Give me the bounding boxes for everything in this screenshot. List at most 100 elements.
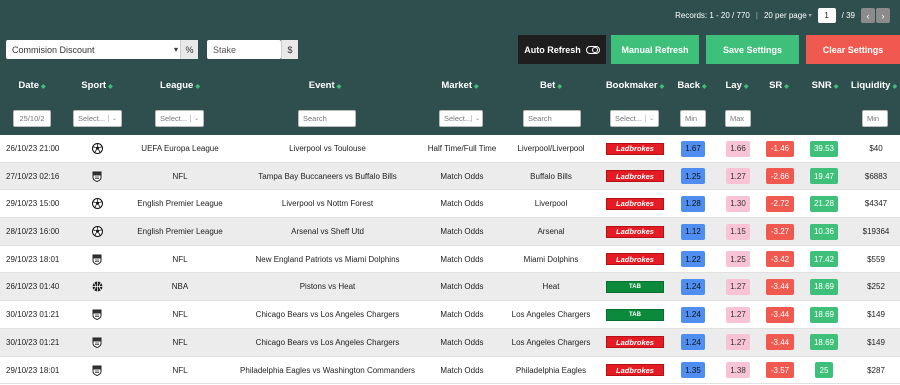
snr-value: 10.36 <box>810 223 838 240</box>
table-row[interactable]: 28/10/23 16:00 English Premier League Arse… <box>0 218 900 246</box>
back-min-input[interactable]: Min <box>680 110 706 127</box>
event-cell[interactable]: Liverpool vs Nottm Forest <box>235 190 420 217</box>
nfl-icon <box>92 254 103 265</box>
col-snr[interactable]: SNR ◆ <box>808 80 842 91</box>
event-cell[interactable]: Liverpool vs Toulouse <box>235 135 420 162</box>
col-bet[interactable]: Bet ◆ <box>516 80 586 91</box>
col-sport[interactable]: Sport ◆ <box>70 80 124 91</box>
back-cell: 1.67 <box>680 135 706 162</box>
ladbrokes-logo[interactable]: Ladbrokes <box>606 336 664 349</box>
lay-odds: 1.27 <box>726 278 750 295</box>
prev-page-button[interactable]: ‹ <box>861 8 875 23</box>
date-cell: 28/10/23 16:00 <box>6 227 60 237</box>
snr-cell: 17.42 <box>808 246 840 273</box>
bookmaker-cell[interactable]: Ladbrokes <box>604 135 666 162</box>
table-row[interactable]: 26/10/23 21:00 UEFA Europa League Liverpoo… <box>0 135 900 163</box>
col-date[interactable]: Date ◆ <box>10 80 54 91</box>
market-filter[interactable]: Select... ⌄ <box>439 110 483 127</box>
col-league[interactable]: League ◆ <box>145 80 215 91</box>
bookmaker-cell[interactable]: Ladbrokes <box>604 163 666 190</box>
event-cell[interactable]: Philadelphia Eagles vs Washington Comman… <box>235 357 420 384</box>
lay-odds: 1.27 <box>726 168 750 185</box>
ladbrokes-logo[interactable]: Ladbrokes <box>606 364 664 376</box>
nba-icon <box>92 281 103 292</box>
bet-search-input[interactable]: Search <box>523 110 581 127</box>
table-row[interactable]: 29/10/23 15:00 English Premier League Live… <box>0 190 900 219</box>
bookmaker-cell[interactable]: TAB <box>604 301 666 328</box>
snr-value: 17.42 <box>810 251 838 268</box>
col-liquidity[interactable]: Liquidity ◆ <box>850 80 898 91</box>
ladbrokes-logo[interactable]: Ladbrokes <box>606 197 664 210</box>
table-row[interactable]: 29/10/23 18:01 NFL Philadelphia Eagles vs … <box>0 357 900 385</box>
sort-icon: ◆ <box>474 84 479 90</box>
event-cell[interactable]: Arsenal vs Sheff Utd <box>235 218 420 245</box>
col-sr[interactable]: SR ◆ <box>764 80 794 91</box>
table-row[interactable]: 26/10/23 01:40 NBA Pistons vs Heat Match Od… <box>0 273 900 302</box>
manual-refresh-button[interactable]: Manual Refresh <box>611 35 699 64</box>
stake-input[interactable]: Stake <box>207 40 281 59</box>
liquidity-cell: $559 <box>867 254 885 264</box>
bet-cell: Liverpool <box>534 199 568 209</box>
event-cell[interactable]: New England Patriots vs Miami Dolphins <box>235 246 420 273</box>
col-back-label: Back <box>677 80 701 91</box>
sport-filter[interactable]: Select... ⌄ <box>73 110 122 127</box>
nfl-icon <box>92 171 103 182</box>
page-input[interactable]: 1 <box>817 8 836 23</box>
col-snr-label: SNR <box>811 80 832 91</box>
tab-logo[interactable]: TAB <box>606 280 664 293</box>
sort-icon: ◆ <box>195 84 200 90</box>
lay-cell: 1.27 <box>725 163 751 190</box>
next-page-button[interactable]: › <box>876 8 890 23</box>
league-filter[interactable]: Select... ⌄ <box>155 110 204 127</box>
event-cell[interactable]: Chicago Bears vs Los Angeles Chargers <box>235 301 420 328</box>
lay-cell: 1.27 <box>725 329 751 356</box>
event-cell[interactable]: Chicago Bears vs Los Angeles Chargers <box>235 329 420 356</box>
bookmaker-cell[interactable]: TAB <box>604 273 666 300</box>
sr-cell: -3.57 <box>765 357 795 384</box>
save-settings-button[interactable]: Save Settings <box>706 35 799 64</box>
bookmaker-cell[interactable]: Ladbrokes <box>604 357 666 384</box>
liquidity-cell: $40 <box>869 144 883 153</box>
col-bookmaker[interactable]: Bookmaker ◆ <box>601 80 669 91</box>
date-cell: 29/10/23 18:01 <box>6 365 60 375</box>
tab-logo[interactable]: TAB <box>606 308 664 321</box>
event-search-input[interactable]: Search <box>298 110 356 127</box>
event-cell[interactable]: Tampa Bay Buccaneers vs Buffalo Bills <box>235 163 420 190</box>
bookmaker-cell[interactable]: Ladbrokes <box>604 218 666 245</box>
ladbrokes-logo[interactable]: Ladbrokes <box>606 170 664 183</box>
col-market[interactable]: Market ◆ <box>425 80 495 91</box>
table-row[interactable]: 29/10/23 18:01 NFL New England Patriots vs… <box>0 246 900 274</box>
col-event[interactable]: Event ◆ <box>290 80 360 91</box>
event-cell[interactable]: Pistons vs Heat <box>235 273 420 300</box>
toggle-icon[interactable] <box>585 45 600 54</box>
sr-value: -3.44 <box>766 334 794 351</box>
col-lay[interactable]: Lay ◆ <box>719 80 755 91</box>
table-row[interactable]: 30/10/23 01:21 NFL Chicago Bears vs Los An… <box>0 328 900 357</box>
liquidity-min-input[interactable]: Min <box>862 110 888 127</box>
bookmaker-cell[interactable]: Ladbrokes <box>604 190 666 217</box>
lay-odds: 1.25 <box>726 251 750 268</box>
lay-max-input[interactable]: Max <box>725 110 751 127</box>
bookmaker-filter[interactable]: Select... ⌄ <box>610 110 659 127</box>
table-row[interactable]: 27/10/23 02:16 NFL Tampa Bay Buccaneers vs… <box>0 162 900 191</box>
per-page-select[interactable]: 20 per page ▾ <box>764 11 812 20</box>
ladbrokes-logo[interactable]: Ladbrokes <box>606 142 664 155</box>
bet-cell: Los Angeles Chargers <box>511 310 591 320</box>
bookmaker-cell[interactable]: Ladbrokes <box>604 246 666 273</box>
col-back[interactable]: Back ◆ <box>674 80 710 91</box>
table-row[interactable]: 30/10/23 01:21 NFL Chicago Bears vs Los An… <box>0 301 900 329</box>
col-liquidity-label: Liquidity <box>850 80 891 91</box>
auto-refresh-button[interactable]: Auto Refresh <box>518 35 606 64</box>
market-cell: Match Odds <box>440 310 484 320</box>
clear-settings-button[interactable]: Clear Settings <box>806 35 900 64</box>
bookmaker-cell[interactable]: Ladbrokes <box>604 329 666 356</box>
col-sport-label: Sport <box>81 80 107 91</box>
lay-cell: 1.27 <box>725 301 751 328</box>
sport-cell <box>85 163 109 190</box>
ladbrokes-logo[interactable]: Ladbrokes <box>606 253 664 266</box>
snr-cell: 18.69 <box>808 301 840 328</box>
ladbrokes-logo[interactable]: Ladbrokes <box>606 225 664 238</box>
date-filter[interactable]: 25/10/2 <box>13 110 51 127</box>
sr-cell: -3.44 <box>765 329 795 356</box>
commission-select[interactable]: Commision Discount ▾ <box>6 40 198 59</box>
